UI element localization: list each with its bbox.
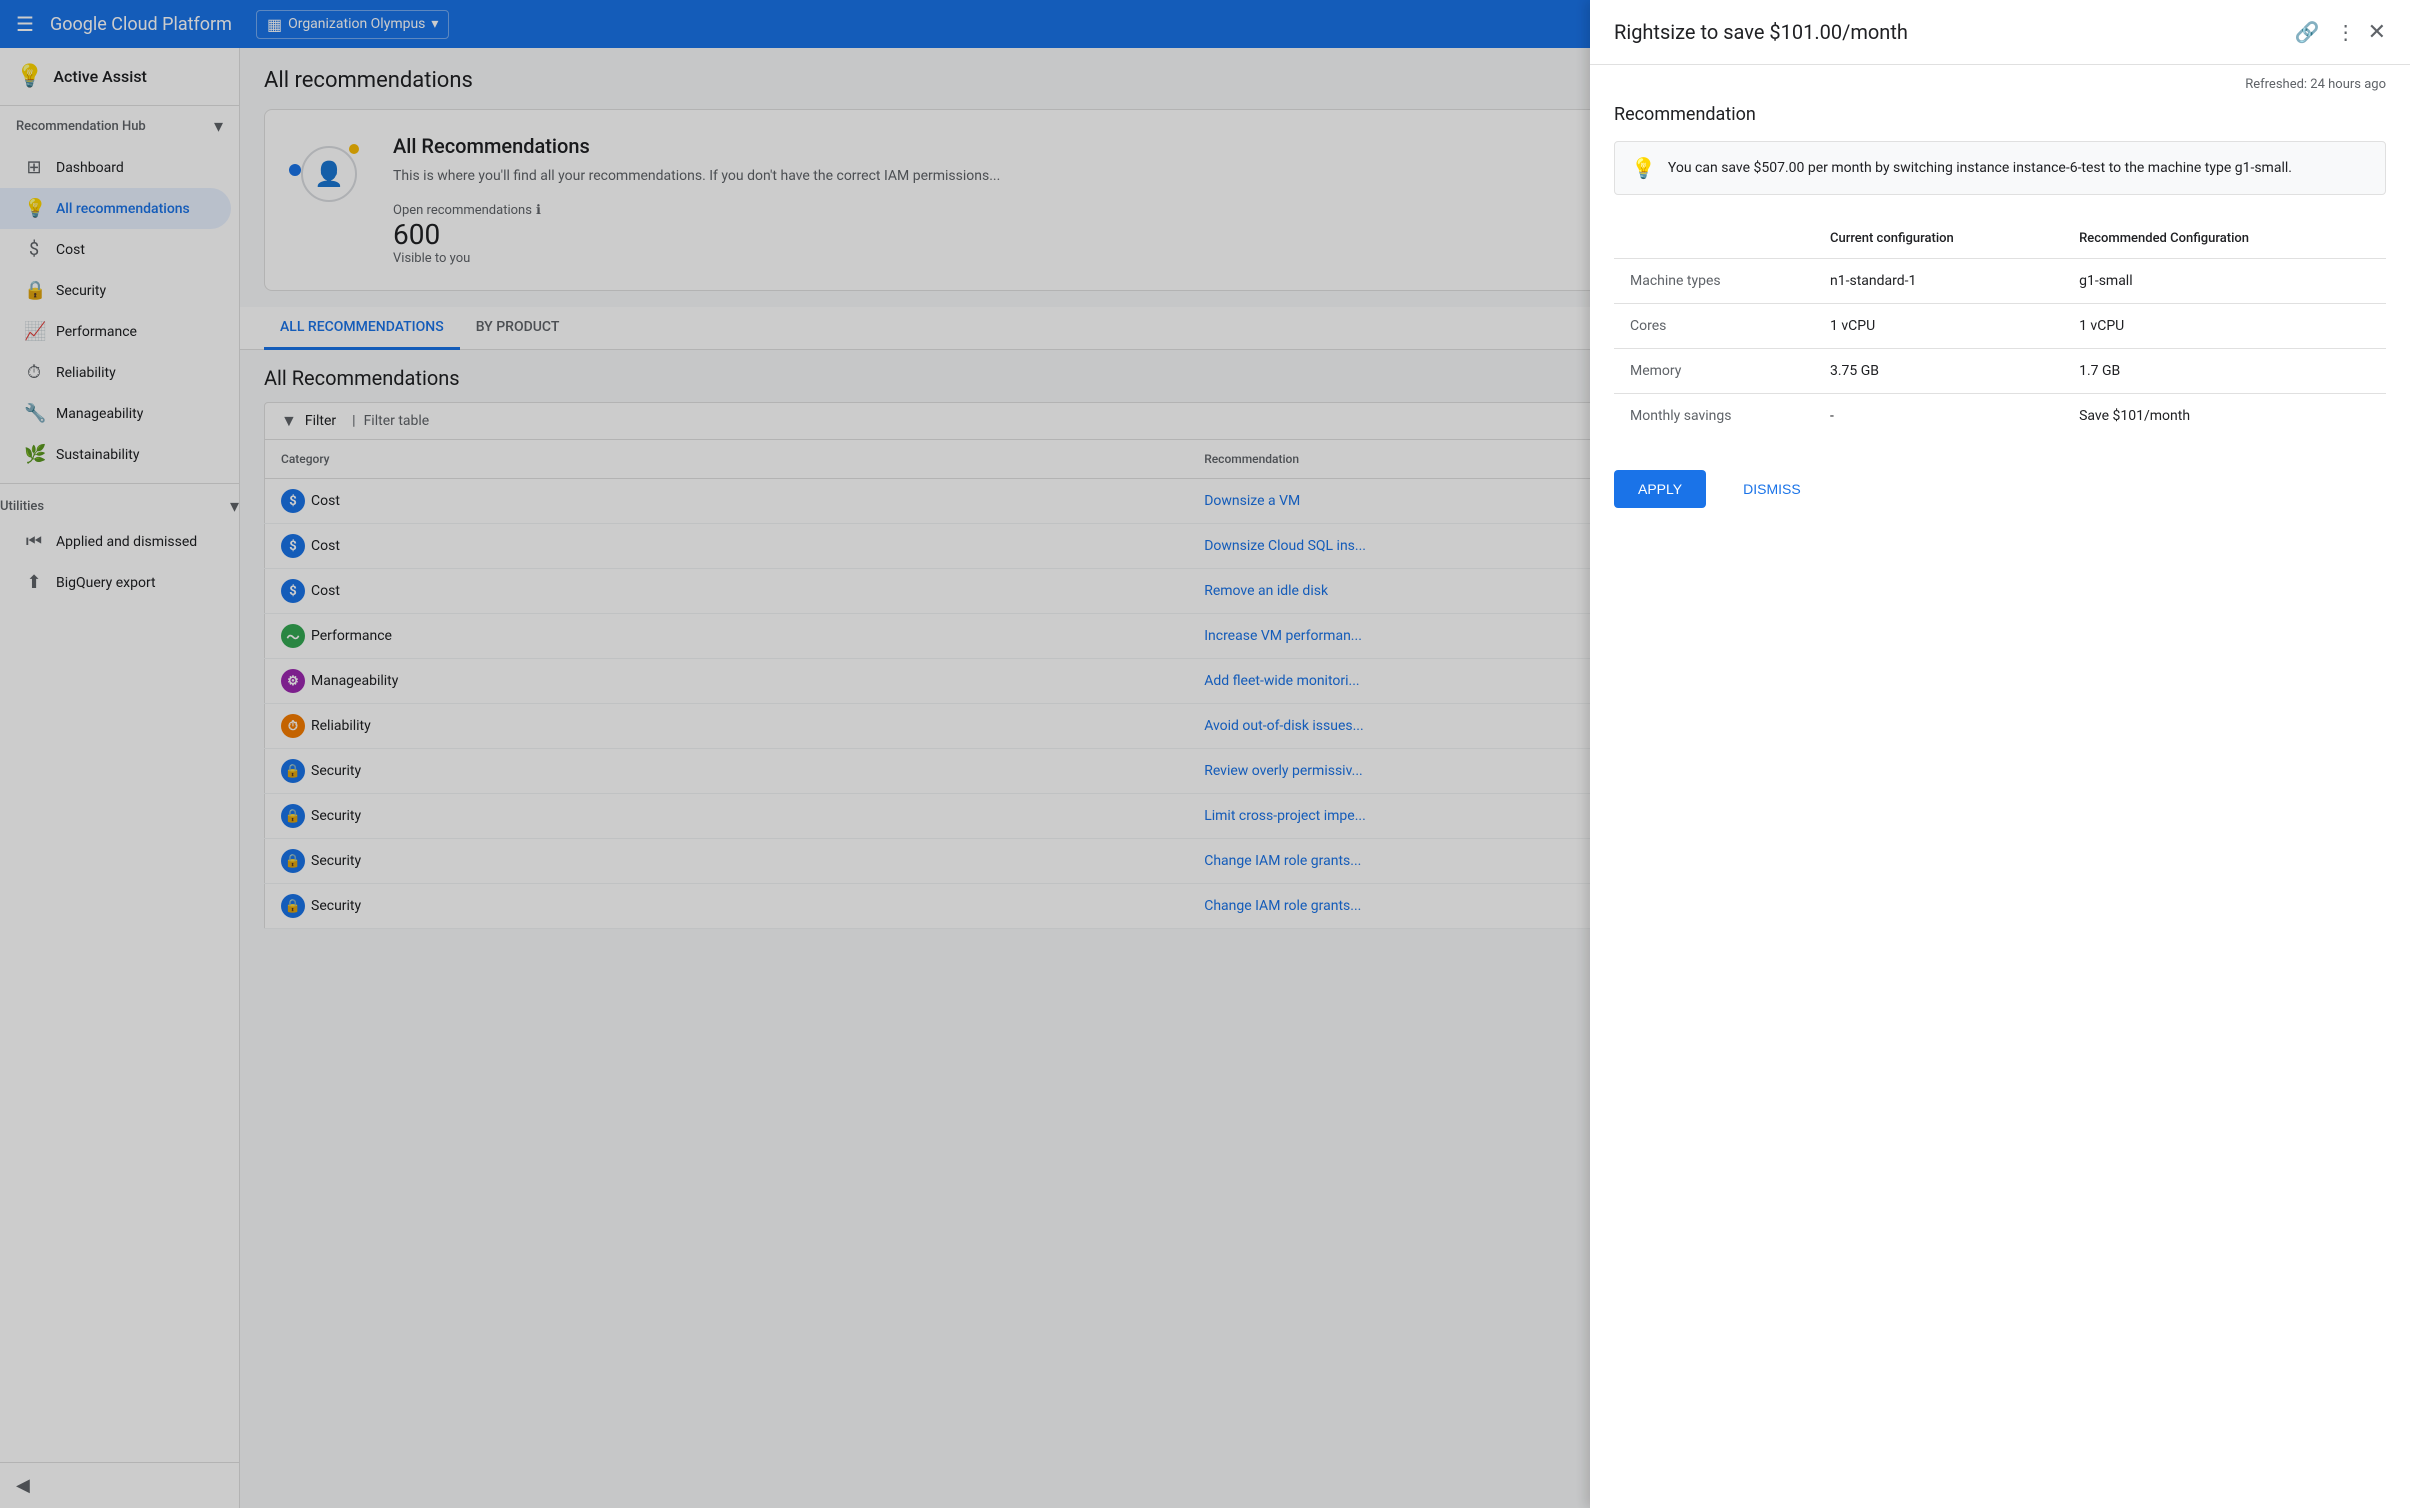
- detail-buttons: APPLY DISMISS: [1614, 470, 2386, 508]
- detail-overlay[interactable]: [0, 0, 1590, 1508]
- config-row-recommended-1: 1 vCPU: [2063, 304, 2386, 349]
- detail-panel-title: Rightsize to save $101.00/month: [1614, 20, 1908, 44]
- config-row-label-2: Memory: [1614, 349, 1814, 394]
- detail-section-title: Recommendation: [1614, 104, 2386, 125]
- config-table-row: Monthly savings - Save $101/month: [1614, 394, 2386, 439]
- config-row-current-2: 3.75 GB: [1814, 349, 2063, 394]
- config-row-recommended-2: 1.7 GB: [2063, 349, 2386, 394]
- config-table-row: Memory 3.75 GB 1.7 GB: [1614, 349, 2386, 394]
- detail-panel: Rightsize to save $101.00/month 🔗 ⋮ ✕ Re…: [1590, 0, 2410, 1508]
- close-detail-button[interactable]: ✕: [2368, 20, 2386, 45]
- config-col-label: [1614, 219, 1814, 259]
- config-col-recommended: Recommended Configuration: [2063, 219, 2386, 259]
- config-row-label-3: Monthly savings: [1614, 394, 1814, 439]
- config-row-current-3: -: [1814, 394, 2063, 439]
- more-options-icon[interactable]: ⋮: [2336, 20, 2356, 44]
- detail-panel-header: Rightsize to save $101.00/month 🔗 ⋮ ✕: [1590, 0, 2410, 65]
- dismiss-button[interactable]: DISMISS: [1718, 470, 1826, 508]
- savings-banner: 💡 You can save $507.00 per month by swit…: [1614, 141, 2386, 195]
- link-icon[interactable]: 🔗: [2291, 16, 2324, 48]
- config-row-recommended-3: Save $101/month: [2063, 394, 2386, 439]
- detail-refresh: Refreshed: 24 hours ago: [1590, 65, 2410, 104]
- config-row-recommended-0: g1-small: [2063, 259, 2386, 304]
- config-col-current: Current configuration: [1814, 219, 2063, 259]
- detail-content: Recommendation 💡 You can save $507.00 pe…: [1590, 104, 2410, 532]
- detail-actions: 🔗 ⋮ ✕: [2291, 16, 2386, 48]
- apply-button[interactable]: APPLY: [1614, 470, 1706, 508]
- config-table-row: Machine types n1-standard-1 g1-small: [1614, 259, 2386, 304]
- config-row-label-0: Machine types: [1614, 259, 1814, 304]
- savings-text: You can save $507.00 per month by switch…: [1668, 160, 2292, 176]
- config-row-current-0: n1-standard-1: [1814, 259, 2063, 304]
- config-row-label-1: Cores: [1614, 304, 1814, 349]
- savings-bulb-icon: 💡: [1631, 156, 1656, 180]
- config-table-header-row: Current configuration Recommended Config…: [1614, 219, 2386, 259]
- config-row-current-1: 1 vCPU: [1814, 304, 2063, 349]
- config-tbody: Machine types n1-standard-1 g1-small Cor…: [1614, 259, 2386, 439]
- config-table-row: Cores 1 vCPU 1 vCPU: [1614, 304, 2386, 349]
- config-table: Current configuration Recommended Config…: [1614, 219, 2386, 438]
